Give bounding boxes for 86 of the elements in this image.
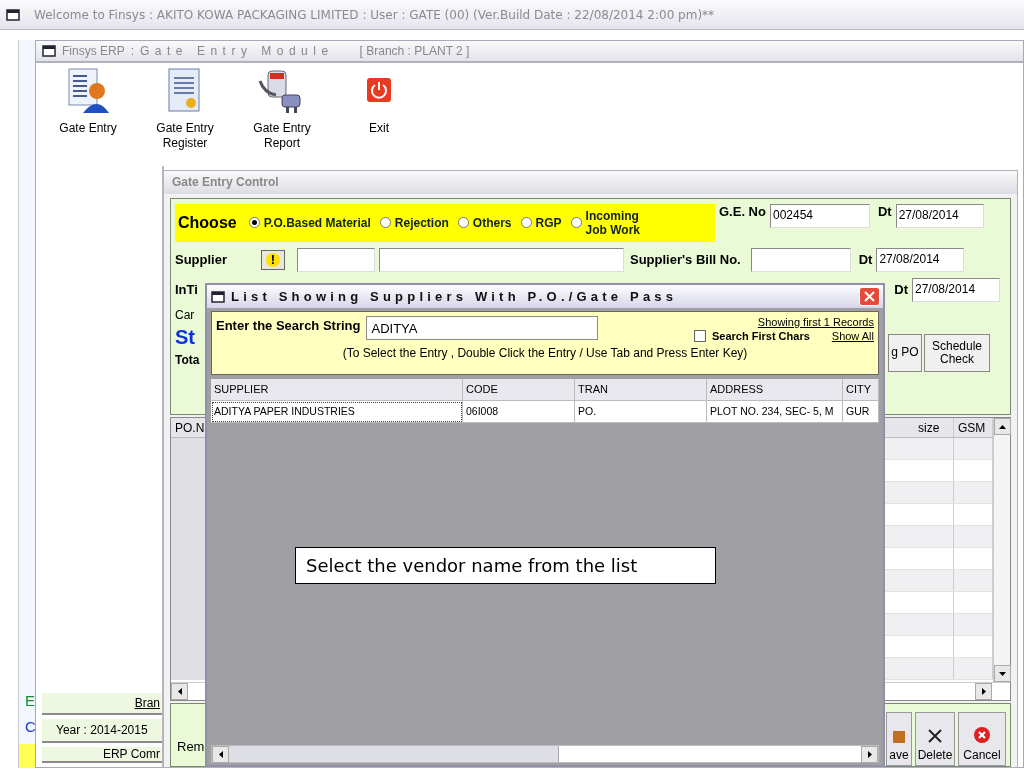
date-label: Dt xyxy=(858,252,873,268)
supplier-name-field[interactable] xyxy=(379,247,624,272)
window-icon xyxy=(6,8,20,21)
callout-text: Select the vendor name from the list xyxy=(295,547,716,584)
status-label: St xyxy=(175,325,196,349)
toolbar-button[interactable]: Gate Entry Register xyxy=(145,67,225,166)
radio-label: RGP xyxy=(535,215,562,230)
remarks-label: Rem xyxy=(177,738,205,754)
side-letter: C xyxy=(24,718,36,737)
app-title: Welcome to Finsys : AKITO KOWA PACKAGING LIMITED : User : GATE (00) (Ver.Build Date : 22/08/2014 2:00 pm)** xyxy=(34,7,715,22)
table-cell[interactable]: ADITYA PAPER INDUSTRIES xyxy=(211,401,463,423)
footer-label: ERP Comr xyxy=(42,747,162,763)
scroll-left-button[interactable] xyxy=(212,746,229,763)
left-arrow-icon xyxy=(218,751,223,758)
table-cell[interactable]: 06I008 xyxy=(463,401,575,423)
right-arrow-icon xyxy=(981,688,986,695)
table-cell[interactable]: PO. xyxy=(575,401,707,423)
ge-no-field[interactable]: 002454 xyxy=(769,203,870,228)
radio-button[interactable] xyxy=(457,217,469,229)
toolbar-button[interactable]: Exit xyxy=(339,67,419,166)
power-icon xyxy=(366,77,392,103)
horizontal-scrollbar[interactable] xyxy=(211,745,879,763)
radio-label: P.O.Based Material xyxy=(263,215,371,230)
action-button[interactable]: Cancel xyxy=(958,712,1006,766)
date-label: Dt xyxy=(894,282,908,298)
branch-link[interactable]: Bran xyxy=(42,693,162,715)
bill-no-field[interactable] xyxy=(750,247,851,272)
search-field[interactable]: ADITYA xyxy=(366,316,599,340)
year-button[interactable]: Year : 2014-2015 xyxy=(42,719,162,743)
radio-button[interactable] xyxy=(520,217,532,229)
records-link[interactable]: Showing first 1 Records xyxy=(757,316,874,328)
down-arrow-icon xyxy=(999,671,1006,676)
search-first-checkbox[interactable]: Search First Chars xyxy=(693,330,810,342)
toolbar-button[interactable]: Gate Entry Report xyxy=(242,67,322,166)
show-all-link[interactable]: Show All xyxy=(831,330,874,342)
warning-button[interactable]: ! xyxy=(261,249,285,270)
left-arrow-icon xyxy=(177,688,182,695)
supplier-code-field[interactable] xyxy=(297,247,375,272)
table-cell[interactable]: PLOT NO. 234, SEC- 5, M xyxy=(707,401,843,423)
supplier-label: Supplier xyxy=(175,252,228,268)
action-button[interactable]: ave xyxy=(886,712,912,766)
po-button[interactable]: g PO xyxy=(888,333,922,372)
hint-text: (To Select the Entry , Double Click the Entry / Use Tab and Press Enter Key) xyxy=(341,346,749,360)
column-header: size xyxy=(914,418,954,438)
radio-label: Others xyxy=(472,215,512,230)
vertical-scrollbar[interactable] xyxy=(993,418,1010,682)
scrollbar-thumb[interactable] xyxy=(229,746,559,762)
cancel-icon xyxy=(973,726,991,744)
date-label: Dt xyxy=(877,203,892,219)
scroll-right-button[interactable] xyxy=(861,746,878,763)
close-button[interactable] xyxy=(859,287,880,306)
side-letter: E xyxy=(24,692,36,711)
ge-no-label: G.E. No xyxy=(719,203,766,219)
window-title: Finsys ERP : Gate Entry Module xyxy=(62,44,334,58)
radio-button[interactable] xyxy=(570,217,582,229)
action-button[interactable]: Delete xyxy=(915,712,955,766)
person-document-icon xyxy=(65,67,111,115)
branch-label: [ Branch : PLANT 2 ] xyxy=(359,44,470,58)
up-arrow-icon xyxy=(999,424,1006,429)
radio-button[interactable] xyxy=(248,217,260,229)
in-time-label: InTi xyxy=(175,282,198,298)
bill-no-label: Supplier's Bill No. xyxy=(630,252,741,268)
total-label: Tota xyxy=(175,352,201,367)
close-icon xyxy=(864,291,875,302)
table-cell[interactable]: GUR xyxy=(843,401,879,423)
scroll-down-button[interactable] xyxy=(994,665,1011,682)
dialog-title: List Showing Suppliers With P.O./Gate Pass xyxy=(231,289,678,304)
search-label: Enter the Search String xyxy=(216,318,361,333)
close-icon xyxy=(927,728,943,744)
scroll-up-button[interactable] xyxy=(994,418,1011,436)
radio-button[interactable] xyxy=(379,217,391,229)
schedule-check-button[interactable]: Schedule Check xyxy=(924,333,990,372)
date-field[interactable]: 27/08/2014 xyxy=(895,203,984,228)
scroll-right-button[interactable] xyxy=(975,683,992,700)
field-label: Car xyxy=(175,307,196,322)
radio-label: Incoming Job Work xyxy=(585,208,641,237)
choose-label: Choose xyxy=(178,213,237,232)
date-field[interactable]: 27/08/2014 xyxy=(912,277,1000,302)
window-title: Gate Entry Control xyxy=(164,171,1017,194)
window-icon xyxy=(211,290,225,303)
date-field[interactable]: 27/08/2014 xyxy=(876,247,965,272)
window-icon xyxy=(42,45,56,57)
right-arrow-icon xyxy=(867,751,872,758)
scroll-left-button[interactable] xyxy=(171,683,188,700)
toolbar-button[interactable]: Gate Entry xyxy=(48,67,128,166)
radio-label: Rejection xyxy=(394,215,449,230)
